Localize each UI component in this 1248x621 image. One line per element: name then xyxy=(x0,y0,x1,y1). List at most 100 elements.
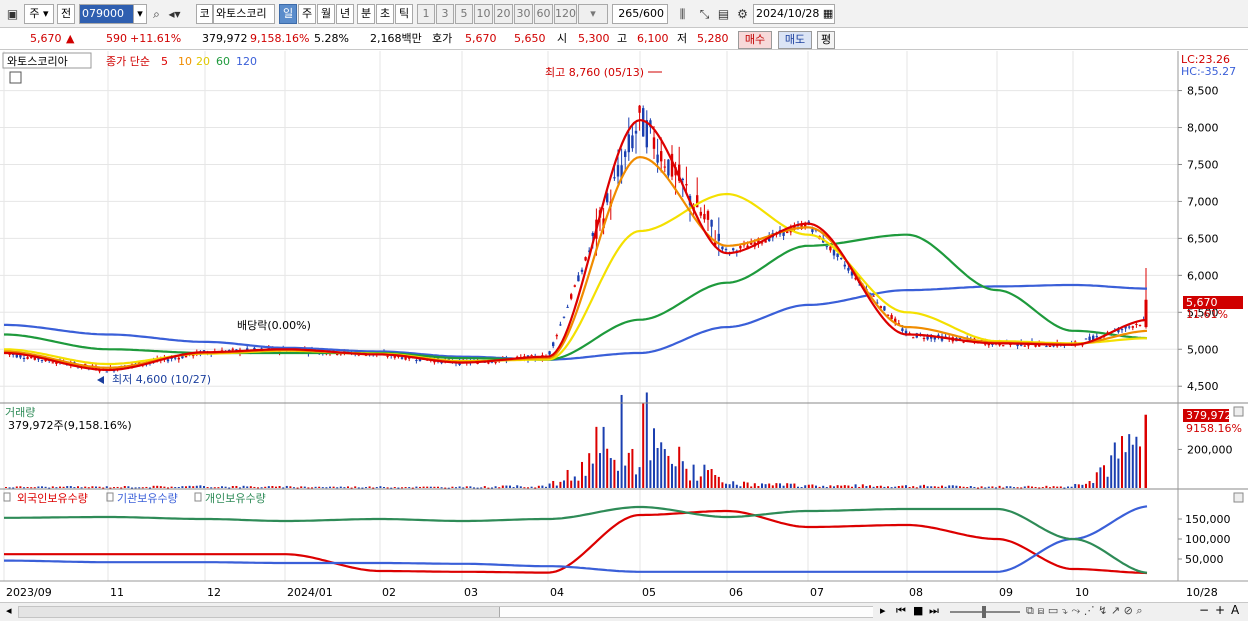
eval-button[interactable]: 평 xyxy=(817,31,835,49)
stock-name-field[interactable]: 와토스코리 xyxy=(213,4,275,24)
volume-bar xyxy=(901,485,904,488)
calculator-icon[interactable] xyxy=(9,71,22,84)
holding-panel-close-icon[interactable] xyxy=(1233,492,1244,503)
ma-legend-20[interactable]: 20 xyxy=(196,55,210,68)
prev-button[interactable]: 전 xyxy=(57,4,75,24)
speaker-icon[interactable]: ◂▾ xyxy=(166,5,183,23)
layout-icons[interactable]: ⧉ ⧈ ▭ ⤵ ⤳ ⋰ ↯ ↗ ⊘ ⌕ xyxy=(1026,604,1142,618)
scroll-left-icon[interactable]: ◂ xyxy=(6,604,12,617)
interval-120[interactable]: 120 xyxy=(554,4,577,24)
volume-bar xyxy=(113,487,115,489)
volume-bar xyxy=(213,487,216,489)
volume-bar xyxy=(120,487,123,489)
candle-body xyxy=(631,135,634,149)
window-icon[interactable]: ▣ xyxy=(4,5,21,23)
volume-bar xyxy=(955,485,958,488)
volume-tag: 379,972 xyxy=(1186,409,1232,422)
period-tab-day[interactable]: 일 xyxy=(279,4,297,24)
buy-button[interactable]: 매수 xyxy=(738,31,772,49)
ma-legend-120[interactable]: 120 xyxy=(236,55,257,68)
period-tab-week[interactable]: 주 xyxy=(298,4,316,24)
period-tab-tick[interactable]: 틱 xyxy=(395,4,413,24)
interval-5[interactable]: 5 xyxy=(455,4,473,24)
volume-bar xyxy=(163,486,166,488)
save-icon[interactable]: ▤ xyxy=(715,5,732,23)
period-tab-year[interactable]: 년 xyxy=(336,4,354,24)
stop-icon[interactable]: ■ xyxy=(913,604,923,617)
scroll-right-icon[interactable]: ▸ xyxy=(880,604,886,617)
font-size-icon[interactable]: A xyxy=(1231,603,1239,617)
volume-bar xyxy=(894,486,897,488)
interval-1[interactable]: 1 xyxy=(417,4,435,24)
ma-legend-10[interactable]: 10 xyxy=(178,55,192,68)
volume-bar xyxy=(343,487,346,489)
interval-10[interactable]: 10 xyxy=(474,4,493,24)
volume-bar xyxy=(779,483,781,488)
volume-bar xyxy=(59,486,61,488)
volume-panel-close-icon[interactable] xyxy=(1233,406,1244,417)
rewind-icon[interactable]: ⏮ xyxy=(896,604,906,618)
date-value: 2024/10/28 xyxy=(756,7,820,20)
scrollbar-thumb[interactable] xyxy=(499,607,873,617)
chart-area[interactable]: 4,500 5,000 5,500 6,000 6,500 7,000 7,500 8,000… xyxy=(0,51,1248,603)
fast-forward-icon[interactable]: ⏭ xyxy=(929,604,939,618)
volume-bar xyxy=(365,487,367,489)
draw-tool-icon[interactable]: ⤡ xyxy=(696,5,713,23)
date-field[interactable]: 2024/10/28 ▦ xyxy=(753,4,835,24)
zoom-in-icon[interactable]: + xyxy=(1215,603,1225,617)
volume-bar xyxy=(419,486,421,488)
volume-bar xyxy=(156,485,159,488)
candle-type-icon[interactable]: ⫼ xyxy=(674,5,691,23)
ma-legend-60[interactable]: 60 xyxy=(216,55,230,68)
volume-bar xyxy=(721,482,724,488)
search-icon[interactable]: ⌕ xyxy=(148,5,165,23)
volume-bar xyxy=(789,483,792,488)
volume-bar xyxy=(1113,442,1116,488)
candle-body xyxy=(811,229,814,233)
stock-chart-svg[interactable]: 4,5005,0005,5006,0006,5007,0007,5008,000… xyxy=(0,51,1248,603)
interval-custom-select[interactable]: ▾ xyxy=(578,4,608,24)
interval-30[interactable]: 30 xyxy=(514,4,533,24)
volume-bar xyxy=(674,466,677,488)
volume-bar xyxy=(987,486,990,488)
holding-legend-institution: 기관보유수량 xyxy=(117,492,178,505)
sell-button[interactable]: 매도 xyxy=(778,31,812,49)
calendar-icon[interactable]: ▦ xyxy=(823,7,833,20)
settings-gear-icon[interactable]: ⚙ xyxy=(734,5,751,23)
period-tab-month[interactable]: 월 xyxy=(317,4,335,24)
volume-bar xyxy=(991,486,994,488)
volume-bar xyxy=(379,486,382,488)
volume-bar xyxy=(1088,481,1091,488)
candle-body xyxy=(613,177,616,179)
period-tab-second[interactable]: 초 xyxy=(376,4,394,24)
volume-bar xyxy=(73,487,76,489)
interval-3[interactable]: 3 xyxy=(436,4,454,24)
interval-60[interactable]: 60 xyxy=(534,4,553,24)
volume-bar xyxy=(786,483,789,488)
period-tab-minute[interactable]: 분 xyxy=(357,4,375,24)
volume-bar xyxy=(887,486,889,488)
zoom-slider-handle[interactable] xyxy=(982,606,986,618)
volume-bar xyxy=(836,485,839,488)
volume-bar xyxy=(746,482,749,488)
volume-bar xyxy=(915,487,918,489)
volume-bar xyxy=(685,468,688,488)
volume-bar xyxy=(426,486,429,488)
candle-body xyxy=(1045,346,1048,348)
candle-body xyxy=(1023,345,1026,347)
horizontal-scrollbar[interactable] xyxy=(18,606,873,618)
bar-count-value: 265 xyxy=(618,7,640,20)
zoom-out-icon[interactable]: − xyxy=(1199,603,1209,617)
interval-20[interactable]: 20 xyxy=(494,4,513,24)
zoom-slider-track[interactable] xyxy=(950,606,1020,618)
code-dropdown-button[interactable]: ▾ xyxy=(133,4,147,24)
ma-legend-5[interactable]: 5 xyxy=(161,55,168,68)
dividend-annotation: 배당락(0.00%) xyxy=(237,319,311,332)
candle-body xyxy=(652,137,656,149)
mode-select[interactable]: 주 ▾ xyxy=(24,4,54,24)
bar-count-field[interactable]: 265/600 xyxy=(612,4,668,24)
x-axis-label: 11 xyxy=(110,586,124,599)
volume-bar xyxy=(293,487,295,489)
volume-bar xyxy=(638,467,641,488)
stock-code-input[interactable]: 079000 xyxy=(79,4,135,24)
